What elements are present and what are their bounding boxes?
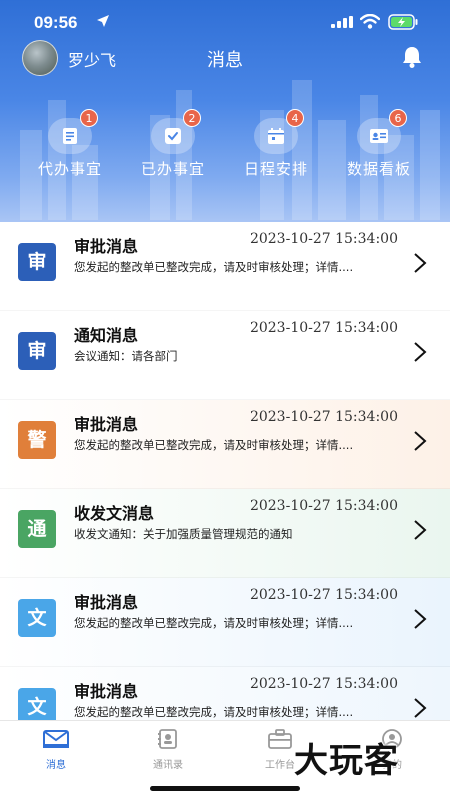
quick-action-done[interactable]: 2 已办事宜 <box>123 109 223 179</box>
location-arrow-icon <box>97 15 109 27</box>
chevron-right-icon[interactable] <box>412 608 428 630</box>
watermark: 大玩客 <box>294 741 399 781</box>
tab-messages[interactable]: 消息 <box>0 729 112 771</box>
message-title: 审批消息 <box>74 593 139 612</box>
calendar-icon <box>268 128 284 144</box>
badge-count: 1 <box>80 109 98 127</box>
quick-action-label: 已办事宜 <box>140 160 205 178</box>
home-indicator <box>150 786 300 791</box>
wifi-icon <box>360 14 380 29</box>
message-item[interactable]: 警 审批消息 2023-10-27 15:34:00 您发起的整改单已整改完成，… <box>0 400 450 489</box>
message-type-icon: 警 <box>18 421 56 459</box>
message-body: 会议通知：请各部门 <box>74 349 178 363</box>
chevron-right-icon[interactable] <box>412 252 428 274</box>
message-title: 审批消息 <box>74 682 139 701</box>
quick-action-label: 数据看板 <box>346 160 411 178</box>
message-time: 2023-10-27 15:34:00 <box>249 498 398 514</box>
badge-count: 2 <box>183 109 201 127</box>
message-type-icon: 通 <box>18 510 56 548</box>
message-title: 通知消息 <box>74 326 139 345</box>
quick-action-schedule[interactable]: 4 日程安排 <box>226 109 326 179</box>
chevron-right-icon[interactable] <box>412 519 428 541</box>
tab-contacts[interactable]: 通讯录 <box>112 729 224 771</box>
quick-action-icon-wrap: 4 <box>254 109 304 154</box>
message-item[interactable]: 审 通知消息 2023-10-27 15:34:00 会议通知：请各部门 <box>0 311 450 400</box>
briefcase-icon <box>268 729 292 749</box>
contacts-icon <box>158 729 177 749</box>
message-body: 您发起的整改单已整改完成，请及时审核处理；详情.... <box>74 438 354 452</box>
message-type-icon: 审 <box>18 243 56 281</box>
message-time: 2023-10-27 15:34:00 <box>249 231 398 247</box>
quick-action-icon-wrap: 1 <box>48 109 98 154</box>
signal-icon <box>331 16 353 28</box>
quick-action-icon-wrap: 2 <box>151 109 201 154</box>
badge-count: 6 <box>389 109 407 127</box>
badge-count: 4 <box>286 109 304 127</box>
chevron-right-icon[interactable] <box>412 430 428 452</box>
mail-icon <box>43 730 69 748</box>
nav-bar: 罗少飞 消息 <box>0 38 450 78</box>
message-type-icon: 审 <box>18 332 56 370</box>
status-time: 09:56 <box>34 13 78 32</box>
document-icon <box>63 128 77 144</box>
message-item[interactable]: 通 收发文消息 2023-10-27 15:34:00 收发文通知：关于加强质量… <box>0 489 450 578</box>
message-title: 审批消息 <box>74 237 139 256</box>
message-title: 收发文消息 <box>74 504 155 523</box>
message-body: 您发起的整改单已整改完成，请及时审核处理；详情.... <box>74 616 354 630</box>
page-title: 消息 <box>207 50 243 71</box>
message-body: 您发起的整改单已整改完成，请及时审核处理；详情.... <box>74 705 354 719</box>
id-card-icon <box>370 129 388 143</box>
quick-action-label: 日程安排 <box>243 160 308 178</box>
tab-label: 消息 <box>46 760 66 771</box>
quick-action-icon-wrap: 6 <box>357 109 407 154</box>
quick-action-dashboard[interactable]: 6 数据看板 <box>329 109 429 179</box>
message-body: 收发文通知：关于加强质量管理规范的通知 <box>74 527 293 541</box>
bell-icon[interactable] <box>401 45 423 69</box>
message-type-icon: 文 <box>18 599 56 637</box>
tab-label: 通讯录 <box>153 760 183 771</box>
message-time: 2023-10-27 15:34:00 <box>249 676 398 692</box>
message-list: 审 审批消息 2023-10-27 15:34:00 您发起的整改单已整改完成，… <box>0 222 450 756</box>
message-item[interactable]: 文 审批消息 2023-10-27 15:34:00 您发起的整改单已整改完成，… <box>0 578 450 667</box>
message-time: 2023-10-27 15:34:00 <box>249 409 398 425</box>
message-body: 您发起的整改单已整改完成，请及时审核处理；详情.... <box>74 260 354 274</box>
message-title: 审批消息 <box>74 415 139 434</box>
message-time: 2023-10-27 15:34:00 <box>249 320 398 336</box>
quick-action-pending[interactable]: 1 代办事宜 <box>20 109 120 179</box>
message-item[interactable]: 审 审批消息 2023-10-27 15:34:00 您发起的整改单已整改完成，… <box>0 222 450 311</box>
check-icon <box>165 128 181 144</box>
message-time: 2023-10-27 15:34:00 <box>249 587 398 603</box>
quick-action-label: 代办事宜 <box>37 160 102 178</box>
battery-charging-icon <box>388 14 418 30</box>
chevron-right-icon[interactable] <box>412 697 428 719</box>
chevron-right-icon[interactable] <box>412 341 428 363</box>
